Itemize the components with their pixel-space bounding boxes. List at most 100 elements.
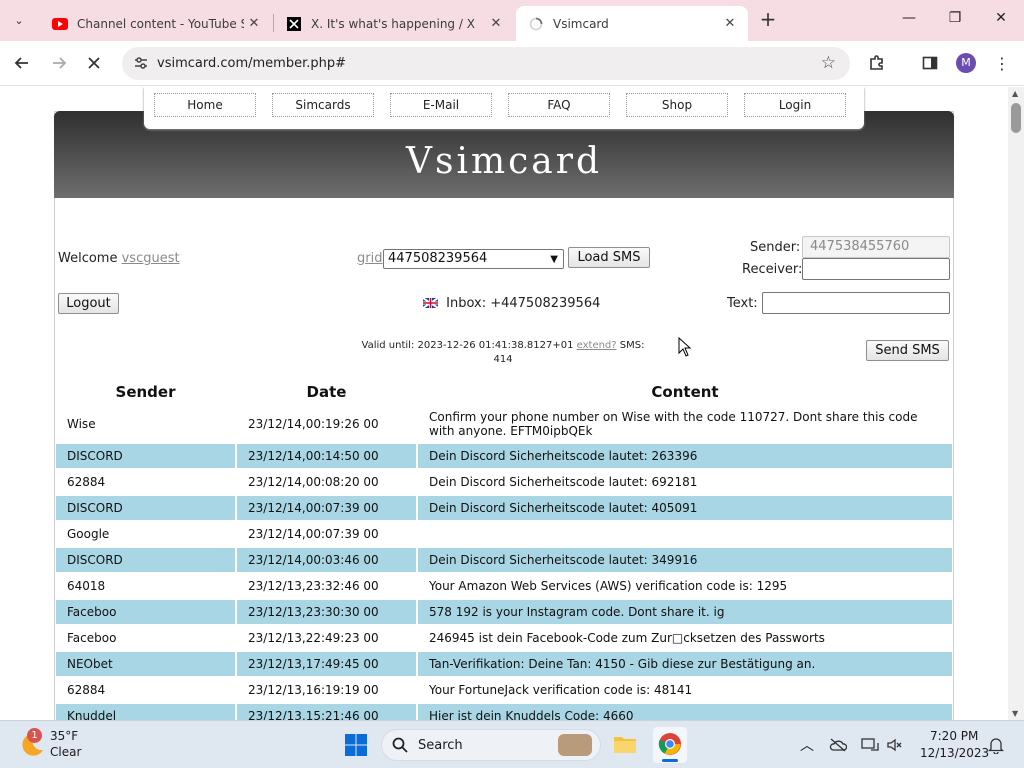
minimize-icon[interactable]: —	[899, 10, 919, 26]
nav-faq[interactable]: FAQ	[508, 93, 610, 117]
nav-shop[interactable]: Shop	[626, 93, 728, 117]
new-tab-icon[interactable]: +	[758, 9, 778, 31]
site-settings-icon[interactable]	[133, 55, 149, 71]
cell-content: Hier ist dein Knuddels Code: 4660	[418, 704, 952, 720]
tray-chevron-up-icon[interactable]: ︿	[800, 735, 814, 755]
profile-avatar[interactable]: M	[955, 52, 977, 74]
extend-link[interactable]: extend?	[577, 340, 617, 351]
cell-sender: Wise	[67, 417, 96, 431]
cell-content: Dein Discord Sicherheitscode lautet: 263…	[418, 444, 952, 468]
table-row: Google 23/12/14,00:07:39 00	[56, 522, 952, 546]
receiver-field[interactable]	[802, 258, 950, 280]
weather-moon-icon[interactable]: 1	[18, 728, 46, 758]
page-viewport: Vsimcard Home Simcards E-Mail FAQ Shop L…	[0, 87, 1008, 720]
send-sms-button[interactable]: Send SMS	[866, 340, 949, 361]
username-link[interactable]: vscguest	[122, 251, 180, 266]
page-scrollbar[interactable]: ▲ ▼	[1008, 87, 1024, 720]
nav-email[interactable]: E-Mail	[390, 93, 492, 117]
volume-muted-icon[interactable]	[886, 737, 904, 756]
cell-date: 23/12/13,16:19:19 00	[248, 683, 379, 697]
site-nav: Home Simcards E-Mail FAQ Shop Login	[144, 87, 864, 129]
cell-sender: Faceboo	[67, 631, 117, 645]
browser-tab-strip: ⌄ Channel content - YouTube Studio ✕ X. …	[0, 0, 1024, 41]
cell-content: Tan-Verifikation: Deine Tan: 4150 - Gib …	[418, 652, 952, 676]
menu-kebab-icon[interactable]: ⋮	[991, 52, 1013, 74]
cell-content: Dein Discord Sicherheitscode lautet: 692…	[429, 475, 698, 489]
browser-toolbar: vsimcard.com/member.php# ☆ M ⋮	[0, 41, 1024, 86]
chrome-taskbar-button[interactable]	[653, 727, 687, 763]
side-panel-icon[interactable]	[919, 52, 941, 74]
tab-vsimcard[interactable]: Vsimcard ✕	[516, 6, 748, 41]
close-tab-icon[interactable]: ✕	[720, 16, 740, 31]
back-arrow-icon[interactable]	[11, 52, 33, 74]
close-window-icon[interactable]: ✕	[991, 10, 1011, 26]
load-sms-button[interactable]: Load SMS	[568, 247, 650, 268]
selected-number: 447508239564	[388, 251, 488, 266]
cell-sender: DISCORD	[56, 496, 235, 520]
search-icon	[392, 737, 408, 757]
forward-arrow-icon[interactable]	[48, 52, 70, 74]
notification-bell-icon[interactable]	[987, 736, 1005, 758]
network-icon[interactable]	[861, 737, 879, 756]
tab-title: Vsimcard	[553, 16, 609, 31]
windows-taskbar: 1 35°F Clear Search ︿ 7:20 PM 12/13/2023	[0, 720, 1024, 768]
tab-title: X. It's what's happening / X	[311, 16, 475, 31]
grid-link[interactable]: grid	[357, 251, 382, 266]
clock-date[interactable]: 12/13/2023	[920, 746, 989, 760]
cell-date: 23/12/14,00:07:39 00	[248, 527, 379, 541]
close-tab-icon[interactable]: ✕	[244, 16, 264, 31]
mouse-cursor-icon	[678, 336, 692, 361]
number-select[interactable]: 447508239564 ▼	[383, 249, 564, 269]
sms-count-value: 414	[493, 354, 513, 365]
extensions-puzzle-icon[interactable]	[866, 52, 888, 74]
tab-title: Channel content - YouTube Studio	[77, 16, 244, 31]
stop-loading-icon[interactable]	[83, 52, 105, 74]
uk-flag-icon	[422, 297, 439, 312]
loading-spinner-icon	[528, 16, 544, 32]
site-logo: Vsimcard	[405, 141, 602, 182]
nav-login[interactable]: Login	[744, 93, 846, 117]
cell-content	[418, 522, 952, 546]
sender-field[interactable]: 447538455760	[802, 236, 950, 258]
cell-date: 23/12/13,23:32:46 00	[248, 579, 379, 593]
text-field[interactable]	[762, 292, 950, 314]
cell-date: 23/12/14,00:14:50 00	[237, 444, 416, 468]
onedrive-offline-icon[interactable]	[829, 737, 848, 756]
cell-sender: Faceboo	[56, 600, 235, 624]
nav-simcards[interactable]: Simcards	[272, 93, 374, 117]
table-row: Wise 23/12/14,00:19:26 00 Confirm your p…	[56, 405, 952, 443]
table-row: DISCORD 23/12/14,00:03:46 00 Dein Discor…	[56, 548, 952, 572]
address-bar[interactable]: vsimcard.com/member.php# ☆	[122, 47, 850, 80]
chevron-down-icon: ▼	[550, 254, 558, 265]
scroll-down-icon[interactable]: ▼	[1012, 709, 1018, 718]
cell-date: 23/12/13,17:49:45 00	[237, 652, 416, 676]
valid-until-text: Valid until: 2023-12-26 01:41:38.8127+01	[361, 340, 574, 351]
tab-x[interactable]: X. It's what's happening / X ✕	[274, 6, 514, 41]
bookmark-star-icon[interactable]: ☆	[821, 53, 836, 73]
cell-sender: Knuddel	[56, 704, 235, 720]
windows-start-icon[interactable]	[344, 733, 368, 757]
logout-button[interactable]: Logout	[58, 293, 119, 314]
youtube-icon	[52, 16, 68, 32]
inbox-line: Inbox: +447508239564	[422, 296, 600, 312]
active-app-indicator	[662, 759, 678, 762]
restore-icon[interactable]: ❐	[945, 10, 965, 26]
table-row: DISCORD 23/12/14,00:14:50 00 Dein Discor…	[56, 444, 952, 468]
welcome-label: Welcome	[58, 251, 118, 266]
scroll-up-icon[interactable]: ▲	[1012, 89, 1018, 98]
close-tab-icon[interactable]: ✕	[486, 16, 506, 31]
table-row: NEObet 23/12/13,17:49:45 00 Tan-Verifika…	[56, 652, 952, 676]
column-header-sender: Sender	[115, 383, 176, 401]
cell-content: 246945 ist dein Facebook-Code zum Zur□ck…	[429, 631, 825, 645]
taskbar-search[interactable]: Search	[381, 729, 601, 761]
cell-date: 23/12/13,22:49:23 00	[248, 631, 379, 645]
table-row: 62884 23/12/13,16:19:19 00 Your FortuneJ…	[56, 678, 952, 702]
scroll-thumb[interactable]	[1011, 103, 1021, 133]
file-explorer-icon[interactable]	[612, 731, 638, 757]
nav-home[interactable]: Home	[154, 93, 256, 117]
search-highlight-image	[558, 734, 592, 756]
tab-search-icon[interactable]: ⌄	[7, 8, 31, 32]
cell-sender: DISCORD	[56, 548, 235, 572]
clock-time[interactable]: 7:20 PM	[930, 729, 978, 743]
tab-youtube-studio[interactable]: Channel content - YouTube Studio ✕	[40, 6, 272, 41]
